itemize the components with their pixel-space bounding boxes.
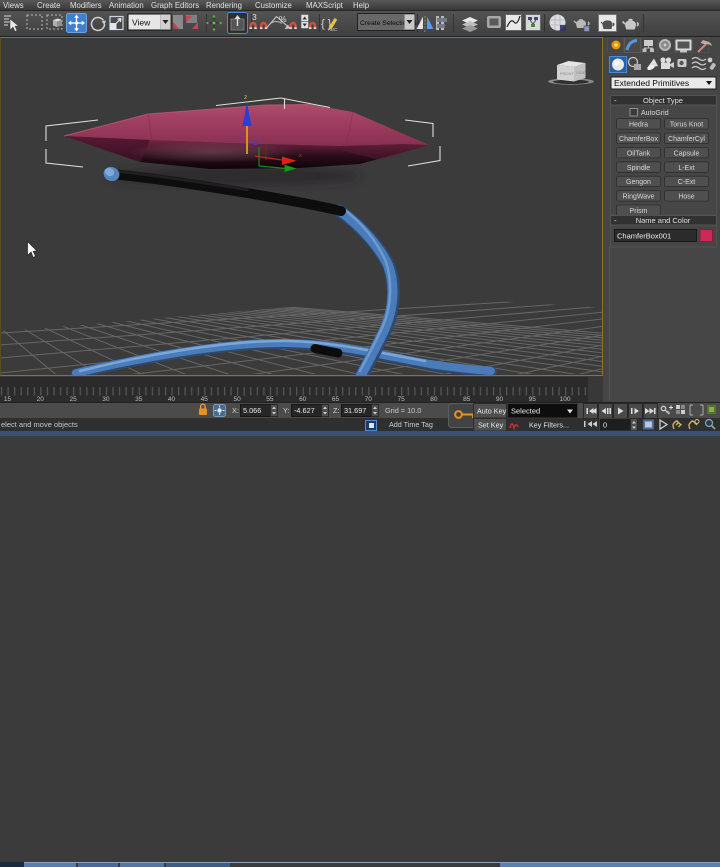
svg-text:Grid = 10.0: Grid = 10.0: [385, 406, 421, 415]
svg-text:x: x: [299, 153, 302, 159]
svg-text:5.066: 5.066: [243, 406, 261, 415]
svg-text:-4.627: -4.627: [294, 406, 315, 415]
svg-text:X:: X:: [232, 406, 239, 415]
svg-text:ChamferCyl: ChamferCyl: [668, 136, 705, 143]
svg-text:Key Filters...: Key Filters...: [529, 421, 569, 430]
svg-text:Hose: Hose: [678, 194, 694, 201]
svg-text:Gengon: Gengon: [626, 179, 651, 186]
svg-text:3: 3: [252, 12, 257, 22]
svg-text:Torus Knot: Torus Knot: [670, 122, 704, 129]
svg-text:C-Ext: C-Ext: [678, 179, 696, 186]
svg-text:L-Ext: L-Ext: [678, 165, 694, 172]
svg-text:z: z: [244, 94, 247, 101]
svg-text:ABC: ABC: [328, 27, 338, 32]
svg-text:OilTank: OilTank: [627, 150, 651, 157]
svg-text:Prism: Prism: [630, 208, 648, 215]
svg-text:Set Key: Set Key: [478, 421, 504, 430]
svg-text:ChamferBox001: ChamferBox001: [617, 232, 671, 241]
svg-text:Extended Primitives: Extended Primitives: [614, 78, 689, 88]
svg-text:FRONT: FRONT: [560, 71, 574, 76]
svg-text:View: View: [132, 18, 151, 28]
svg-text:Y:: Y:: [283, 406, 290, 415]
svg-text:Hedra: Hedra: [629, 122, 648, 129]
svg-text:AutoGrid: AutoGrid: [641, 110, 669, 117]
svg-text:SIDE: SIDE: [576, 70, 586, 75]
svg-text:31.697: 31.697: [344, 406, 366, 415]
svg-text:%: %: [279, 14, 287, 24]
svg-text:Selected: Selected: [511, 407, 540, 416]
svg-text:Name and Color: Name and Color: [636, 216, 691, 225]
svg-text:Object Type: Object Type: [643, 96, 683, 105]
svg-text:Spindle: Spindle: [627, 165, 650, 172]
svg-text:Z:: Z:: [333, 406, 340, 415]
svg-text:Auto Key: Auto Key: [477, 407, 507, 416]
svg-text:Capsule: Capsule: [674, 150, 700, 157]
svg-text:RingWave: RingWave: [622, 194, 654, 201]
svg-text:0: 0: [603, 421, 607, 430]
svg-text:ChamferBox: ChamferBox: [619, 136, 658, 143]
